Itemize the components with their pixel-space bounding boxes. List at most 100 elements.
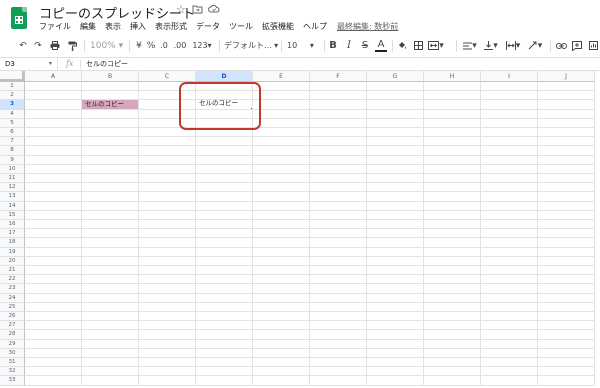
text-color-button[interactable]: A (375, 38, 387, 52)
column-header-j[interactable]: J (538, 71, 595, 82)
formula-input[interactable]: セルのコピー (86, 58, 128, 70)
borders-icon[interactable] (412, 36, 424, 56)
row-header-15[interactable]: 15 (0, 210, 25, 220)
menu-edit[interactable]: 編集 (80, 20, 96, 33)
row-header-22[interactable]: 22 (0, 275, 25, 285)
star-icon[interactable]: ☆ (176, 4, 186, 16)
menu-extensions[interactable]: 拡張機能 (262, 20, 294, 33)
column-header-e[interactable]: E (253, 71, 310, 82)
row-header-9[interactable]: 9 (0, 155, 25, 165)
horizontal-align-icon[interactable]: ▾ (461, 36, 479, 56)
bold-button[interactable]: B (327, 36, 339, 56)
print-icon[interactable] (49, 36, 61, 56)
chevron-down-icon[interactable]: ▾ (49, 58, 52, 70)
row-header-5[interactable]: 5 (0, 118, 25, 128)
row-header-24[interactable]: 24 (0, 293, 25, 303)
select-all-corner[interactable] (0, 71, 25, 82)
row-header-19[interactable]: 19 (0, 247, 25, 257)
row-header-21[interactable]: 21 (0, 266, 25, 276)
row-header-6[interactable]: 6 (0, 128, 25, 138)
toolbar-separator (129, 40, 130, 52)
row-header-31[interactable]: 31 (0, 358, 25, 368)
column-header-b[interactable]: B (82, 71, 139, 82)
redo-icon[interactable]: ↷ (32, 36, 44, 56)
toolbar-separator (550, 40, 551, 52)
percent-format-button[interactable]: % (146, 36, 156, 56)
text-rotation-icon[interactable]: ▾ (526, 36, 544, 56)
column-header-c[interactable]: C (139, 71, 196, 82)
text-wrapping-icon[interactable]: ▾ (504, 36, 522, 56)
insert-comment-icon[interactable] (571, 36, 583, 56)
row-header-7[interactable]: 7 (0, 137, 25, 147)
merge-cells-icon[interactable]: ▾ (428, 36, 444, 56)
last-edit-link[interactable]: 最終編集: 数秒前 (337, 20, 398, 33)
row-header-12[interactable]: 12 (0, 183, 25, 193)
sheets-logo-icon[interactable] (11, 7, 27, 29)
vertical-align-icon[interactable]: ▾ (482, 36, 500, 56)
row-header-4[interactable]: 4 (0, 109, 25, 119)
row-gridline (25, 90, 595, 92)
row-header-2[interactable]: 2 (0, 91, 25, 101)
column-gridline (594, 82, 595, 386)
title-bar: コピーのスプレッドシート ☆ ファイル 編集 表示 挿入 表示形式 データ ツー… (0, 0, 600, 33)
column-header-g[interactable]: G (367, 71, 424, 82)
currency-format-button[interactable]: ¥ (134, 36, 144, 56)
insert-chart-icon[interactable] (587, 36, 599, 56)
row-header-26[interactable]: 26 (0, 312, 25, 322)
font-family-select[interactable]: デフォルト... ▾ (224, 36, 278, 56)
row-header-3[interactable]: 3 (0, 100, 25, 110)
row-gridline (25, 173, 595, 174)
row-header-8[interactable]: 8 (0, 146, 25, 156)
menu-view[interactable]: 表示 (105, 20, 121, 33)
menu-file[interactable]: ファイル (39, 20, 71, 33)
row-gridline (25, 219, 595, 220)
move-folder-icon[interactable] (192, 4, 203, 17)
strikethrough-button[interactable]: S (359, 36, 371, 56)
spreadsheet-grid[interactable]: ABCDEFGHIJ 1 2 3 4 5 6 7 8 9 10 11 12 13 14 15 16 17 18 19… (0, 71, 600, 388)
menu-insert[interactable]: 挿入 (130, 20, 146, 33)
italic-button[interactable]: I (343, 36, 355, 56)
row-header-23[interactable]: 23 (0, 284, 25, 294)
menu-data[interactable]: データ (196, 20, 220, 33)
paint-format-icon[interactable] (66, 36, 78, 56)
fill-color-icon[interactable] (396, 36, 408, 56)
menu-format[interactable]: 表示形式 (155, 20, 187, 33)
menu-help[interactable]: ヘルプ (303, 20, 327, 33)
row-header-25[interactable]: 25 (0, 302, 25, 312)
row-header-27[interactable]: 27 (0, 321, 25, 331)
row-header-28[interactable]: 28 (0, 330, 25, 340)
row-header-1[interactable]: 1 (0, 82, 25, 92)
row-header-20[interactable]: 20 (0, 256, 25, 266)
column-header-h[interactable]: H (424, 71, 481, 82)
row-header-17[interactable]: 17 (0, 229, 25, 239)
more-formats-select[interactable]: 123▾ (191, 36, 213, 56)
row-header-13[interactable]: 13 (0, 192, 25, 202)
row-header-10[interactable]: 10 (0, 164, 25, 174)
row-header-30[interactable]: 30 (0, 348, 25, 358)
row-gridline (25, 163, 595, 165)
row-header-29[interactable]: 29 (0, 339, 25, 349)
decrease-decimal-button[interactable]: .0 (158, 36, 170, 56)
row-header-11[interactable]: 11 (0, 174, 25, 184)
row-header-16[interactable]: 16 (0, 220, 25, 230)
column-header-i[interactable]: I (481, 71, 538, 82)
zoom-select[interactable]: 100% ▾ (90, 36, 123, 56)
row-gridline (25, 136, 595, 138)
undo-icon[interactable]: ↶ (17, 36, 29, 56)
row-header-33[interactable]: 33 (0, 376, 25, 386)
column-header-f[interactable]: F (310, 71, 367, 82)
toolbar-separator (219, 40, 220, 52)
row-header-18[interactable]: 18 (0, 238, 25, 248)
column-header-d[interactable]: D (196, 71, 253, 82)
row-header-14[interactable]: 14 (0, 201, 25, 211)
row-gridline (25, 274, 595, 276)
cell-b3[interactable]: セルのコピー (82, 100, 138, 109)
font-size-select[interactable]: 10 ▾ (287, 36, 321, 56)
row-header-32[interactable]: 32 (0, 367, 25, 377)
column-header-a[interactable]: A (25, 71, 82, 82)
insert-link-icon[interactable] (555, 36, 567, 56)
cloud-status-icon[interactable] (208, 4, 220, 17)
menu-tools[interactable]: ツール (229, 20, 253, 33)
increase-decimal-button[interactable]: .00 (172, 36, 188, 56)
toolbar-separator (392, 40, 393, 52)
